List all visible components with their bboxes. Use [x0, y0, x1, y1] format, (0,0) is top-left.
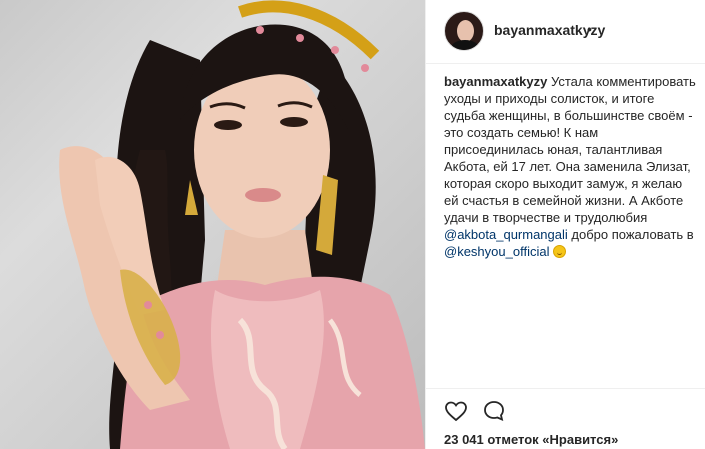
mention-link-akbota[interactable]: @akbota_qurmangali: [444, 227, 568, 242]
caption-text: Устала комментировать уходы и приходы со…: [444, 74, 696, 225]
post-header: bayanmaxatkyzy •: [426, 0, 705, 64]
heart-icon[interactable]: [444, 399, 468, 423]
portrait-illustration: [59, 0, 425, 449]
post-photo[interactable]: [0, 0, 425, 449]
instagram-post: bayanmaxatkyzy • bayanmaxatkyzy Устала к…: [0, 0, 705, 449]
post-caption: bayanmaxatkyzy Устала комментировать ухо…: [444, 73, 696, 260]
mention-link-keshyou[interactable]: @keshyou_official: [444, 244, 549, 259]
post-actions: 23 041 отметок «Нравится»: [426, 388, 705, 449]
comment-icon[interactable]: [482, 399, 506, 423]
smiling-face-emoji: [553, 245, 567, 258]
avatar-face: [457, 20, 474, 42]
header-dot: •: [587, 21, 592, 37]
post-side-panel: bayanmaxatkyzy • bayanmaxatkyzy Устала к…: [425, 0, 705, 449]
caption-text-mid: добро пожаловать в: [567, 227, 694, 242]
avatar[interactable]: [444, 11, 484, 51]
caption-username-link[interactable]: bayanmaxatkyzy: [444, 74, 547, 89]
avatar-body: [451, 40, 479, 50]
likes-count[interactable]: 23 041 отметок «Нравится»: [444, 432, 618, 447]
